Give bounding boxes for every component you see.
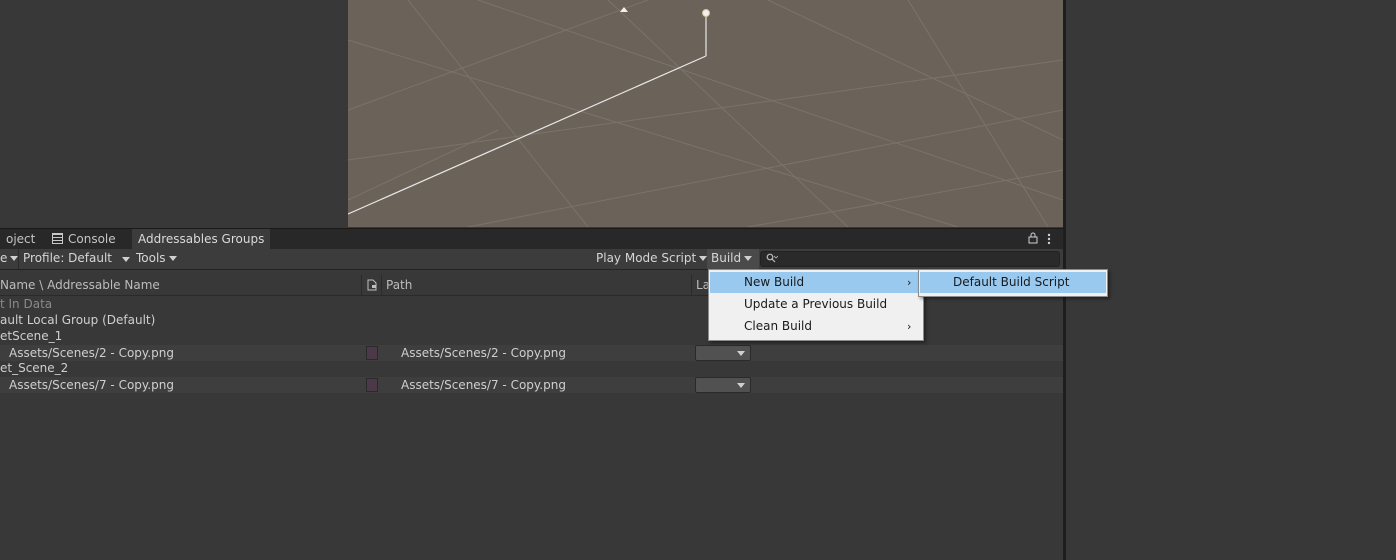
tab-console-label: Console	[68, 232, 116, 246]
menu-item-label: Default Build Script	[953, 275, 1070, 289]
scene-grid	[348, 0, 1063, 227]
inspector-panel	[1066, 0, 1396, 560]
build-menu: New Build › Update a Previous Build Clea…	[708, 269, 924, 341]
tools-dropdown-label: Tools	[136, 251, 166, 265]
tab-addressables-groups-label: Addressables Groups	[138, 232, 265, 246]
labels-dropdown[interactable]	[695, 345, 751, 361]
column-divider[interactable]	[381, 275, 382, 295]
more-options-icon[interactable]	[1046, 233, 1052, 248]
chevron-right-icon: ›	[907, 276, 912, 289]
profile-dropdown-label: Profile: Default	[23, 251, 113, 265]
scene-view[interactable]	[348, 0, 1063, 227]
chevron-down-icon	[744, 256, 753, 261]
row-name: et_Scene_2	[0, 361, 69, 375]
chevron-down-icon	[737, 383, 745, 388]
build-dropdown[interactable]: Build	[707, 249, 759, 269]
row-name: t In Data	[0, 297, 53, 311]
tree-row-group[interactable]: et_Scene_2	[0, 360, 1063, 376]
menu-item-update-previous-build[interactable]: Update a Previous Build	[710, 294, 922, 315]
lock-icon[interactable]	[1028, 232, 1038, 247]
tab-bar: oject Console Addressables Groups	[0, 228, 1063, 250]
column-name-header[interactable]: Name \ Addressable Name	[0, 278, 160, 292]
search-icon	[766, 253, 779, 267]
asset-thumbnail-icon	[366, 346, 378, 360]
play-mode-script-dropdown[interactable]: Play Mode Script	[596, 249, 708, 269]
tab-console[interactable]: Console	[46, 229, 122, 250]
menu-item-label: Update a Previous Build	[744, 297, 888, 311]
chevron-down-icon	[168, 256, 177, 261]
asset-type-icon	[367, 279, 377, 294]
build-dropdown-label: Build	[711, 251, 742, 265]
row-path: Assets/Scenes/7 - Copy.png	[401, 378, 566, 392]
menu-item-new-build[interactable]: New Build ›	[710, 272, 922, 293]
tree-row-asset[interactable]: Assets/Scenes/2 - Copy.png Assets/Scenes…	[0, 345, 1063, 361]
menu-item-default-build-script[interactable]: Default Build Script	[920, 272, 1106, 293]
chevron-down-icon	[122, 257, 130, 262]
column-path-header[interactable]: Path	[386, 278, 412, 292]
toolbar-divider	[18, 249, 19, 269]
profile-dropdown[interactable]: Profile: Default	[23, 249, 131, 269]
tab-project-label: oject	[6, 232, 36, 246]
menu-item-clean-build[interactable]: Clean Build ›	[710, 316, 922, 337]
chevron-down-icon	[699, 256, 708, 261]
tab-addressables-groups[interactable]: Addressables Groups	[132, 229, 271, 250]
column-divider[interactable]	[361, 275, 362, 295]
search-input[interactable]	[760, 251, 1060, 267]
menu-item-label: New Build	[744, 275, 805, 289]
create-dropdown-label: e	[0, 251, 8, 265]
asset-thumbnail-icon	[366, 378, 378, 392]
light-gizmo-icon	[702, 9, 710, 17]
row-path: Assets/Scenes/2 - Copy.png	[401, 346, 566, 360]
tree-row-asset[interactable]: Assets/Scenes/7 - Copy.png Assets/Scenes…	[0, 377, 1063, 393]
labels-dropdown[interactable]	[695, 377, 751, 393]
tab-project[interactable]: oject	[0, 229, 41, 250]
row-name: ault Local Group (Default)	[0, 313, 156, 327]
play-mode-script-label: Play Mode Script	[596, 251, 697, 265]
chevron-right-icon: ›	[907, 320, 912, 333]
create-dropdown[interactable]: e	[0, 249, 19, 269]
chevron-down-icon	[737, 351, 745, 356]
menu-item-label: Clean Build	[744, 319, 812, 333]
new-build-submenu: Default Build Script	[918, 269, 1108, 297]
row-name: Assets/Scenes/7 - Copy.png	[9, 378, 174, 392]
console-icon	[52, 233, 63, 244]
row-name: Assets/Scenes/2 - Copy.png	[9, 346, 174, 360]
row-name: etScene_1	[0, 329, 63, 343]
column-divider[interactable]	[691, 275, 692, 295]
tools-dropdown[interactable]: Tools	[136, 249, 177, 269]
